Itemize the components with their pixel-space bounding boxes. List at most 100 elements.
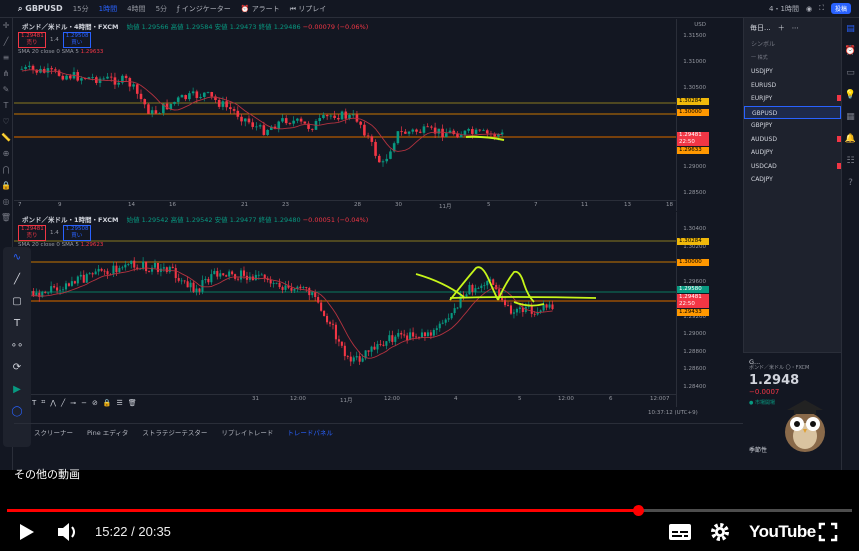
crosshair-icon[interactable]: ✛ [0, 18, 12, 34]
sma-legend[interactable]: SMA 20 close 0 SMA 5 1.29633 [18, 49, 103, 55]
ruler-icon[interactable]: 📏 [0, 130, 12, 146]
hotlist-icon[interactable]: ☷ [842, 150, 859, 172]
ideas-icon[interactable]: 💡 [842, 84, 859, 106]
watchlist-icon[interactable]: ▤ [842, 18, 859, 40]
curve-tool-icon[interactable]: ∿ [3, 247, 31, 269]
brush-icon[interactable]: ✎ [0, 82, 12, 98]
drop-tool-icon[interactable]: ◯ [3, 401, 31, 423]
add-symbol-icon[interactable]: ＋ [778, 23, 785, 33]
progress-bar[interactable] [7, 505, 852, 516]
line-tool-icon[interactable]: ╱ [3, 269, 31, 291]
lock-icon[interactable]: 🔒 [103, 399, 112, 407]
minus-icon[interactable]: − [81, 399, 87, 407]
pitchfork-icon[interactable]: ⋔ [0, 66, 12, 82]
watchlist-item[interactable]: USDJPY [744, 65, 841, 79]
brush-icon[interactable]: ⊘ [92, 399, 98, 407]
tab-screener[interactable]: スクリーナー [34, 427, 73, 437]
tab-strategy-tester[interactable]: ストラテジーテスター [142, 427, 207, 437]
indicators-button[interactable]: ƒ インジケーター [177, 4, 231, 14]
watchlist-item[interactable]: AUDJPY [744, 146, 841, 160]
text-icon[interactable]: T [0, 98, 12, 114]
list-icon[interactable]: ☰ [117, 399, 123, 407]
candle-body [198, 288, 201, 292]
play-button[interactable] [16, 516, 36, 548]
more-videos-label[interactable]: その他の動画 [14, 466, 80, 482]
path-tool-icon[interactable]: ∘∘ [3, 335, 31, 357]
chart-1h-canvas[interactable] [14, 212, 676, 394]
alert-button[interactable]: ⏰ アラート [241, 4, 280, 14]
publish-button[interactable]: 投稿 [830, 3, 851, 14]
rect-tool-icon[interactable]: ▢ [3, 291, 31, 313]
hline-icon[interactable]: ≡ [0, 50, 12, 66]
heart-icon[interactable]: ♡ [0, 114, 12, 130]
rotate-tool-icon[interactable]: ⟳ [3, 357, 31, 379]
timeframe-5m[interactable]: 5分 [156, 4, 167, 14]
trash-icon[interactable]: 🗑 [128, 399, 137, 407]
hand-drawn-pattern[interactable] [449, 296, 597, 299]
sell-button[interactable]: 1.29481 売り [18, 32, 46, 48]
price-axis-4h[interactable]: USD 1.315001.310001.305001.300001.295001… [676, 19, 709, 211]
candle-body [344, 111, 348, 119]
pin-icon[interactable]: ⊸ [70, 399, 76, 407]
hand-drawn-pattern[interactable] [449, 266, 499, 301]
play-tool-icon[interactable]: ▶ [3, 379, 31, 401]
symbol-search[interactable]: ⌕ GBPUSD [18, 4, 63, 14]
timeframe-15m[interactable]: 15分 [73, 4, 89, 14]
trendline-icon[interactable]: ╱ [0, 34, 12, 50]
volume-button[interactable] [56, 516, 80, 548]
watchlist-item[interactable]: GBPUSD [744, 105, 841, 119]
camera-icon[interactable]: ◉ [806, 5, 812, 13]
candle-body [35, 292, 38, 296]
time-axis-4h[interactable]: 7 9 14 16 21 23 28 30 11月 5 7 11 13 18 [14, 200, 676, 210]
help-icon[interactable]: ? [842, 172, 859, 194]
alerts-icon[interactable]: ⏰ [842, 40, 859, 62]
trash-icon[interactable]: 🗑 [0, 210, 12, 226]
hand-drawn-pattern[interactable] [415, 273, 465, 298]
watchlist-item[interactable]: GBPJPY [744, 119, 841, 133]
watchlist-item[interactable]: USDCAD [744, 160, 843, 174]
t-icon[interactable]: T [32, 399, 36, 407]
calendar-icon[interactable]: ▦ [842, 106, 859, 128]
tab-trade-panel[interactable]: トレードパネル [287, 427, 333, 437]
frame-icon[interactable]: ⌗ [41, 398, 45, 407]
eye-icon[interactable]: ◎ [0, 194, 12, 210]
notifications-icon[interactable]: 🔔 [842, 128, 859, 150]
watchlist-item[interactable]: EURJPY [744, 92, 843, 106]
buy-button[interactable]: 1.29508 買い [62, 225, 91, 241]
youtube-logo[interactable]: YouTube [749, 522, 816, 542]
chart-4h-canvas[interactable] [14, 19, 676, 200]
watchlist-item[interactable]: AUDUSD [744, 133, 843, 147]
chart-pane-4h[interactable]: ポンド／米ドル・4時間・FXCM 始値 1.29566 高値 1.29584 安… [14, 19, 709, 211]
alert-label: アラート [251, 4, 280, 13]
zoom-icon[interactable]: ⊕ [0, 146, 12, 162]
chat-icon[interactable]: ▭ [842, 62, 859, 84]
watchlist-title[interactable]: 毎日... [750, 23, 771, 33]
buy-button[interactable]: 1.29508 買い [62, 32, 91, 48]
price-tag: 1.29433 [677, 309, 709, 316]
candle-body [183, 280, 186, 282]
more-icon[interactable]: ⋯ [792, 24, 799, 32]
watchlist-item[interactable]: EURUSD [744, 79, 841, 93]
watchlist-item[interactable]: CADJPY [744, 173, 841, 187]
layout-selector[interactable]: 4・1時間 [769, 4, 799, 14]
watchlist-group[interactable]: 一 株式 [744, 52, 841, 66]
timeframe-4h[interactable]: 4時間 [127, 4, 145, 14]
timeframe-1h[interactable]: 1時間 [99, 4, 117, 14]
candle-body [158, 113, 161, 114]
sell-button[interactable]: 1.29481 売り [18, 225, 46, 241]
tradingview-app: ⌕ GBPUSD 15分 1時間 4時間 5分 ƒ インジケーター ⏰ アラート… [0, 0, 859, 470]
replay-button[interactable]: ⏮ リプレイ [290, 4, 327, 14]
magnet-icon[interactable]: ⋂ [0, 162, 12, 178]
settings-button[interactable] [710, 516, 730, 548]
chart-pane-1h[interactable]: ポンド／米ドル・1時間・FXCM 始値 1.29542 高値 1.29542 安… [14, 212, 709, 407]
pen-icon[interactable]: ╱ [61, 399, 65, 407]
tab-replay-trade[interactable]: リプレイトレード [221, 427, 273, 437]
fullscreen-icon[interactable]: ⛶ [819, 4, 824, 13]
text-tool-icon[interactable]: T [3, 313, 31, 335]
wave-icon[interactable]: ⋀ [50, 399, 56, 407]
lock-icon[interactable]: 🔒 [0, 178, 12, 194]
price-axis-1h[interactable]: 1.304001.302001.298001.296001.294001.292… [676, 212, 709, 407]
subtitles-button[interactable] [668, 516, 692, 548]
tab-pine-editor[interactable]: Pine エディタ [87, 427, 128, 437]
fullscreen-button[interactable] [818, 516, 838, 548]
